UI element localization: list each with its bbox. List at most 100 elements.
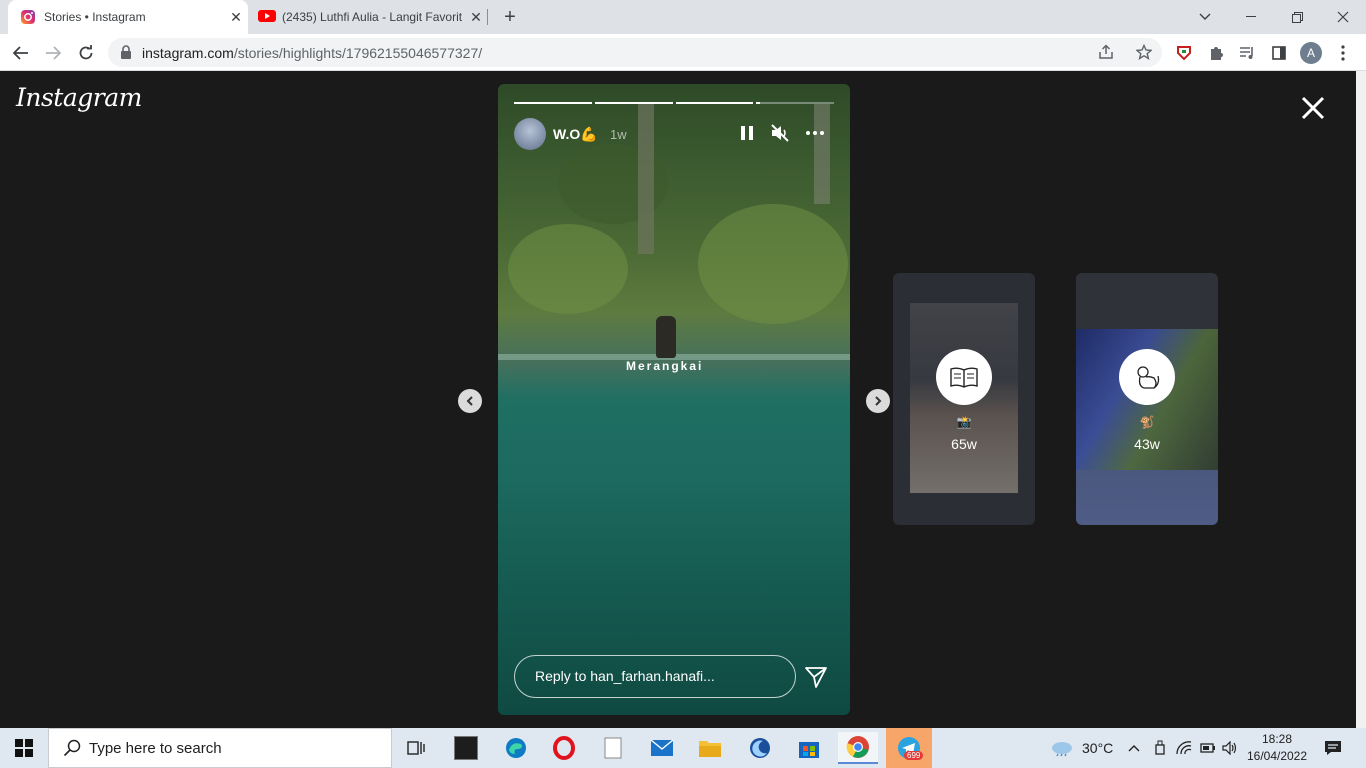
taskbar-search-box[interactable]: Type here to search <box>48 728 392 768</box>
story-caption: Merangkai <box>626 359 704 373</box>
story-author-avatar[interactable] <box>514 118 546 150</box>
volume-icon[interactable] <box>1218 732 1242 764</box>
story-progress-bars <box>514 102 834 104</box>
tab-separator <box>487 9 488 25</box>
forward-button[interactable] <box>40 40 66 66</box>
progress-segment <box>514 102 592 104</box>
tree-trunk <box>814 104 830 204</box>
profile-initial: A <box>1300 42 1322 64</box>
minimize-button[interactable] <box>1228 0 1274 34</box>
side-panel-icon[interactable] <box>1266 40 1292 66</box>
story-timestamp: 1w <box>610 127 627 142</box>
taskbar-clock[interactable]: 18:28 16/04/2022 <box>1240 731 1314 765</box>
tab-close-icon[interactable]: ✕ <box>224 9 248 26</box>
tab-search-chevron-icon[interactable] <box>1182 0 1228 34</box>
extensions-puzzle-icon[interactable] <box>1203 40 1229 66</box>
tray-chevron-up-icon[interactable] <box>1120 732 1148 764</box>
tab-instagram[interactable]: Stories • Instagram ✕ <box>8 0 248 34</box>
chevron-right-icon <box>875 396 882 406</box>
new-tab-button[interactable]: + <box>498 5 522 29</box>
paper-plane-icon <box>805 667 827 688</box>
next-story-button[interactable] <box>866 389 890 413</box>
tab-close-icon[interactable]: ✕ <box>464 9 488 26</box>
extension-shield-icon[interactable] <box>1171 40 1197 66</box>
progress-fill <box>756 102 761 104</box>
moon-app-icon[interactable] <box>740 732 780 764</box>
progress-fill <box>514 102 592 104</box>
youtube-favicon-icon <box>258 9 276 25</box>
highlight-preview[interactable]: 📸 65w <box>893 273 1035 525</box>
highlight-emoji: 📸 <box>956 415 972 429</box>
instagram-logo[interactable]: Instagram <box>16 83 142 112</box>
address-bar[interactable]: instagram.com/stories/highlights/1796215… <box>108 38 1162 67</box>
page-scrollbar[interactable] <box>1356 71 1366 728</box>
highlight-emoji: 🐒 <box>1139 415 1155 429</box>
clock-date: 16/04/2022 <box>1246 749 1308 763</box>
reload-button[interactable] <box>73 40 99 66</box>
opera-browser-icon[interactable] <box>544 732 584 764</box>
instagram-stories-page: Instagram W.O💪 1w Merangkai Reply to han… <box>0 71 1356 728</box>
media-queue-icon[interactable] <box>1234 40 1260 66</box>
weather-temperature[interactable]: 30°C <box>1082 740 1113 756</box>
book-icon <box>950 367 978 388</box>
chrome-menu-icon[interactable] <box>1330 40 1356 66</box>
story-viewer[interactable]: W.O💪 1w Merangkai Reply to han_farhan.ha… <box>498 84 850 715</box>
progress-segment <box>675 102 754 104</box>
search-placeholder: Type here to search <box>89 739 222 757</box>
progress-segment <box>594 102 673 104</box>
url-path: /stories/highlights/17962155046577327/ <box>233 45 483 61</box>
url-host: instagram.com <box>142 45 234 61</box>
mail-icon[interactable] <box>642 732 682 764</box>
more-options-button[interactable] <box>804 124 826 142</box>
tab-title: (2435) Luthfi Aulia - Langit Favorit <box>282 10 463 24</box>
ellipsis-icon <box>806 131 824 135</box>
url-text: instagram.com/stories/highlights/1796215… <box>142 45 482 61</box>
close-stories-button[interactable] <box>1299 94 1327 122</box>
mute-button[interactable] <box>770 124 790 142</box>
foliage <box>508 224 628 314</box>
notification-center-icon[interactable] <box>1318 732 1348 764</box>
mw-app-icon[interactable] <box>446 732 486 764</box>
instagram-favicon-icon <box>20 9 36 25</box>
close-window-button[interactable] <box>1320 0 1366 34</box>
previous-story-button[interactable] <box>458 389 482 413</box>
pause-button[interactable] <box>739 125 755 141</box>
reply-input[interactable]: Reply to han_farhan.hanafi... <box>514 655 796 698</box>
highlight-preview[interactable]: 🐒 43w <box>1076 273 1218 525</box>
battery-icon[interactable] <box>1196 732 1220 764</box>
monkey-icon <box>1137 366 1160 389</box>
bookmark-star-icon[interactable] <box>1135 43 1153 65</box>
tree-trunk <box>638 104 654 254</box>
usb-device-icon[interactable] <box>1148 732 1172 764</box>
search-icon <box>63 739 81 757</box>
tab-youtube[interactable]: (2435) Luthfi Aulia - Langit Favorit ✕ <box>250 0 488 34</box>
share-icon[interactable] <box>1098 44 1114 65</box>
foliage <box>698 204 848 324</box>
highlight-cover <box>936 349 992 405</box>
pause-icon <box>741 126 753 140</box>
send-button[interactable] <box>804 665 828 689</box>
wifi-icon[interactable] <box>1172 732 1196 764</box>
chrome-taskbar-icon[interactable] <box>838 732 878 764</box>
telegram-taskbar-icon[interactable]: 699 <box>886 728 932 768</box>
weather-icon[interactable] <box>1044 732 1080 764</box>
clock-time: 18:28 <box>1261 732 1293 746</box>
start-button[interactable] <box>0 728 48 768</box>
tab-title: Stories • Instagram <box>44 10 146 24</box>
progress-fill <box>594 102 673 104</box>
notepad-icon[interactable] <box>593 732 633 764</box>
profile-avatar[interactable]: A <box>1298 40 1324 66</box>
edge-browser-icon[interactable] <box>496 732 536 764</box>
back-button[interactable] <box>8 40 34 66</box>
story-author-username[interactable]: W.O💪 <box>553 126 598 143</box>
microsoft-store-icon[interactable] <box>789 732 829 764</box>
restore-button[interactable] <box>1274 0 1320 34</box>
task-view-icon[interactable] <box>396 732 436 764</box>
tab-strip: Stories • Instagram ✕ (2435) Luthfi Auli… <box>0 0 1366 34</box>
windows-taskbar: Type here to search 699 30°C 18:28 16/04… <box>0 728 1366 768</box>
file-explorer-icon[interactable] <box>690 732 730 764</box>
lock-icon[interactable] <box>120 45 132 59</box>
highlight-cover <box>1119 349 1175 405</box>
highlight-age: 43w <box>1134 436 1160 452</box>
person-silhouette <box>656 316 676 358</box>
